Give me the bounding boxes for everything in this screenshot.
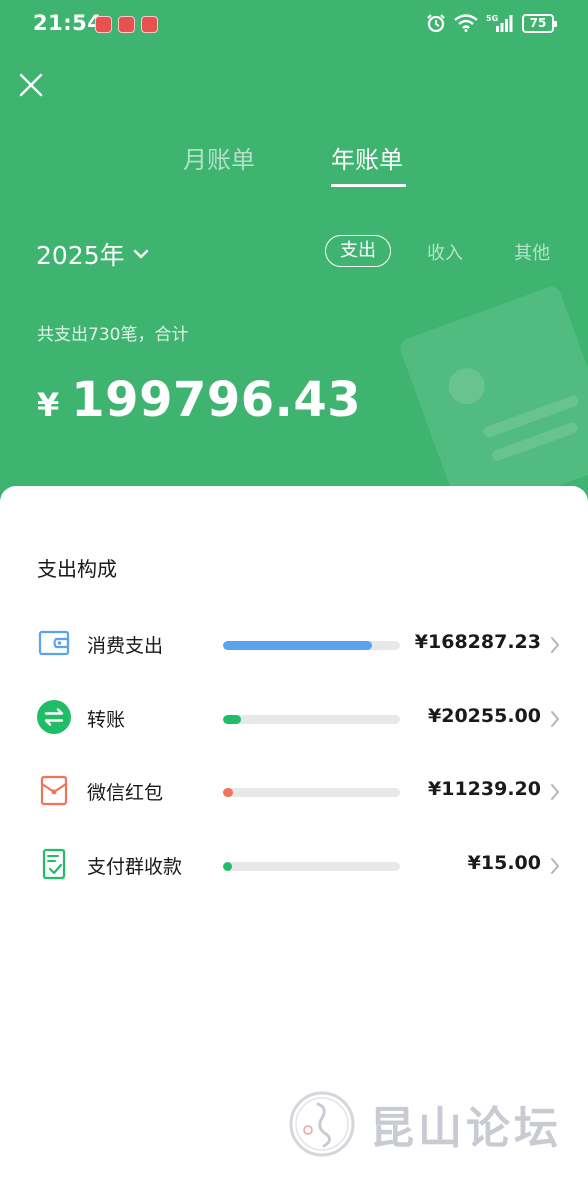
- receipt-illustration: [400, 286, 588, 500]
- header: 21:54 5G 75 月账单 年账单 2025年 支出 收入 其他 共支出73…: [0, 0, 588, 520]
- alarm-icon: [427, 14, 445, 33]
- row-amount: ¥168287.23: [414, 631, 541, 653]
- watermark-logo-icon: [289, 1091, 355, 1157]
- forum-watermark: 昆山论坛: [288, 1090, 562, 1158]
- chevron-right-icon: [551, 710, 559, 727]
- signal-icon: 5G: [486, 14, 513, 32]
- row-amount: ¥15.00: [467, 851, 541, 874]
- status-indicators: 5G 75: [426, 13, 557, 33]
- progress-track: [223, 788, 400, 797]
- bill-type-tabs: 支出 收入 其他: [0, 235, 588, 269]
- network-type: 5G: [486, 14, 498, 23]
- wifi-icon: [454, 14, 478, 32]
- battery-icon: 75: [522, 13, 557, 33]
- active-tab-indicator: [331, 184, 406, 187]
- tab-monthly-bill[interactable]: 月账单: [183, 140, 255, 175]
- group-receipt-icon: [42, 848, 66, 879]
- app-notification-icon: [95, 16, 112, 33]
- app-notification-icon: [141, 16, 158, 33]
- progress-track: [223, 641, 400, 650]
- notification-icons: [95, 16, 158, 33]
- wallet-icon: [38, 630, 70, 656]
- total-expense: ¥ 199796.43: [37, 372, 361, 428]
- progress-fill: [223, 714, 241, 724]
- row-amount: ¥11239.20: [428, 778, 541, 800]
- status-bar: 21:54 5G 75: [0, 0, 588, 50]
- progress-track: [223, 861, 400, 871]
- watermark-text: 昆山论坛: [370, 1103, 562, 1154]
- progress-fill: [223, 641, 373, 650]
- red-packet-icon: [40, 775, 68, 806]
- breakdown-list: 消费支出 ¥168287.23 转账 ¥20255.00 微信红包 ¥11239…: [0, 610, 588, 904]
- app-notification-icon: [118, 16, 135, 33]
- row-label: 微信红包: [87, 782, 164, 804]
- transfer-icon: [37, 699, 71, 734]
- annual-bill-screen: 21:54 5G 75 月账单 年账单 2025年 支出 收入 其他 共支出73…: [0, 0, 588, 1200]
- row-label: 支付群收款: [87, 855, 183, 878]
- bill-period-tabs: 月账单 年账单: [0, 140, 588, 190]
- tab-income[interactable]: 收入: [427, 239, 463, 265]
- section-title: 支出构成: [37, 557, 117, 581]
- chevron-right-icon: [551, 637, 559, 653]
- chevron-right-icon: [551, 784, 559, 800]
- progress-track: [223, 714, 400, 724]
- tab-expense[interactable]: 支出: [325, 235, 391, 267]
- tab-annual-bill[interactable]: 年账单: [331, 140, 403, 175]
- chevron-right-icon: [551, 857, 559, 874]
- row-label: 转账: [87, 708, 126, 731]
- breakdown-row-red-packet[interactable]: 微信红包 ¥11239.20: [0, 757, 588, 831]
- status-time: 21:54: [33, 11, 103, 35]
- progress-fill: [223, 861, 232, 871]
- expense-summary: 共支出730笔，合计: [37, 325, 189, 345]
- close-icon[interactable]: [16, 70, 46, 100]
- progress-fill: [223, 788, 233, 797]
- breakdown-row-transfer[interactable]: 转账 ¥20255.00: [0, 684, 588, 758]
- row-amount: ¥20255.00: [428, 704, 541, 727]
- total-amount: 199796.43: [71, 372, 362, 428]
- tab-other[interactable]: 其他: [514, 239, 550, 265]
- row-label: 消费支出: [87, 635, 164, 657]
- breakdown-row-group-receipt[interactable]: 支付群收款 ¥15.00: [0, 831, 588, 905]
- currency-symbol: ¥: [37, 386, 60, 424]
- breakdown-row-consumption[interactable]: 消费支出 ¥168287.23: [0, 610, 588, 684]
